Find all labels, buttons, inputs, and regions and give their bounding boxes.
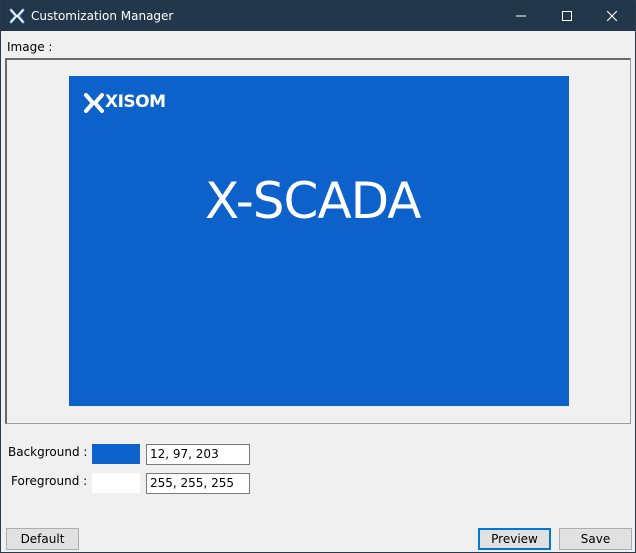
close-icon	[606, 11, 617, 21]
default-button[interactable]: Default	[6, 528, 79, 550]
background-swatch[interactable]	[92, 444, 140, 464]
minimize-button[interactable]	[498, 1, 543, 31]
image-preview: XISOM X-SCADA	[69, 76, 569, 406]
customization-manager-window: Customization Manager Image : XISOM X-SC…	[0, 0, 636, 553]
maximize-icon	[561, 11, 572, 21]
foreground-value-field[interactable]: 255, 255, 255	[146, 473, 250, 494]
foreground-swatch[interactable]	[92, 473, 140, 493]
title-bar[interactable]: Customization Manager	[1, 1, 635, 31]
image-label: Image :	[7, 40, 53, 54]
foreground-label: Foreground :	[11, 474, 88, 488]
logo-text: XISOM	[105, 92, 166, 112]
background-label: Background :	[8, 445, 88, 459]
x-logo-icon	[9, 8, 25, 24]
save-button[interactable]: Save	[559, 528, 632, 550]
xisom-logo-icon	[83, 93, 105, 113]
window-title: Customization Manager	[31, 9, 174, 23]
maximize-button[interactable]	[544, 1, 589, 31]
close-button[interactable]	[589, 1, 634, 31]
background-value-field[interactable]: 12, 97, 203	[146, 444, 250, 465]
brand-text: X-SCADA	[205, 172, 421, 230]
preview-button[interactable]: Preview	[478, 528, 551, 550]
minimize-icon	[515, 11, 526, 21]
